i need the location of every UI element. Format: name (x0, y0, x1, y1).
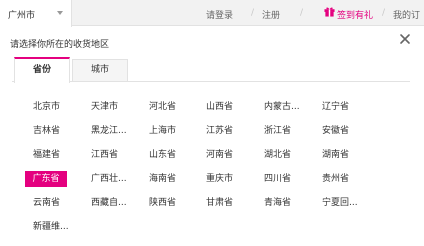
province-item[interactable]: 宁夏回... (320, 195, 360, 211)
chevron-down-icon (57, 11, 63, 15)
city-selector[interactable]: 广州市 (0, 0, 72, 27)
province-item[interactable]: 新疆维... (31, 219, 71, 235)
province-item[interactable]: 天津市 (89, 99, 120, 115)
province-item[interactable]: 云南省 (31, 195, 62, 211)
province-item[interactable]: 辽宁省 (320, 99, 351, 115)
tabs-divider (12, 81, 410, 82)
province-item[interactable]: 海南省 (147, 171, 178, 187)
gift-icon (324, 7, 335, 17)
province-item[interactable]: 贵州省 (320, 171, 351, 187)
province-item[interactable]: 湖南省 (320, 147, 351, 163)
separator: / (382, 8, 386, 18)
province-item[interactable]: 河北省 (147, 99, 178, 115)
register-link[interactable]: 注册 (262, 8, 280, 21)
province-item[interactable]: 福建省 (31, 147, 62, 163)
province-item[interactable]: 吉林省 (31, 123, 62, 139)
province-item[interactable]: 江苏省 (204, 123, 235, 139)
province-item[interactable]: 西藏自... (89, 195, 129, 211)
close-icon[interactable] (399, 33, 411, 45)
region-selector-panel: 请选择你所在的收货地区 省份 城市 北京市 天津市 河北省 山西省 内蒙古...… (0, 26, 424, 246)
city-selector-label: 广州市 (8, 11, 36, 21)
top-bar: 广州市 请登录 / 注册 / 签到有礼 / 我的订 (0, 0, 424, 27)
tab-province[interactable]: 省份 (14, 57, 70, 83)
province-item[interactable]: 重庆市 (204, 171, 235, 187)
login-link[interactable]: 请登录 (206, 8, 233, 21)
province-item[interactable]: 四川省 (262, 171, 293, 187)
province-item[interactable]: 湖北省 (262, 147, 293, 163)
province-item[interactable]: 上海市 (147, 123, 178, 139)
province-item[interactable]: 甘肃省 (204, 195, 235, 211)
province-item[interactable]: 安徽省 (320, 123, 351, 139)
my-orders-link[interactable]: 我的订 (393, 8, 420, 21)
province-item-selected[interactable]: 广东省 (25, 171, 67, 187)
province-item[interactable]: 山东省 (147, 147, 178, 163)
province-item[interactable]: 浙江省 (262, 123, 293, 139)
checkin-link[interactable]: 签到有礼 (337, 8, 373, 21)
province-item[interactable]: 广西壮... (89, 171, 129, 187)
panel-title: 请选择你所在的收货地区 (10, 40, 110, 50)
province-item[interactable]: 河南省 (204, 147, 235, 163)
province-item[interactable]: 江西省 (89, 147, 120, 163)
province-item[interactable]: 山西省 (204, 99, 235, 115)
province-item[interactable]: 北京市 (31, 99, 62, 115)
separator: / (251, 8, 255, 18)
province-item[interactable]: 内蒙古... (262, 99, 302, 115)
province-item[interactable]: 黑龙江... (89, 123, 129, 139)
separator: / (300, 8, 304, 18)
province-item[interactable]: 陕西省 (147, 195, 178, 211)
tab-city[interactable]: 城市 (72, 59, 128, 81)
province-item[interactable]: 青海省 (262, 195, 293, 211)
